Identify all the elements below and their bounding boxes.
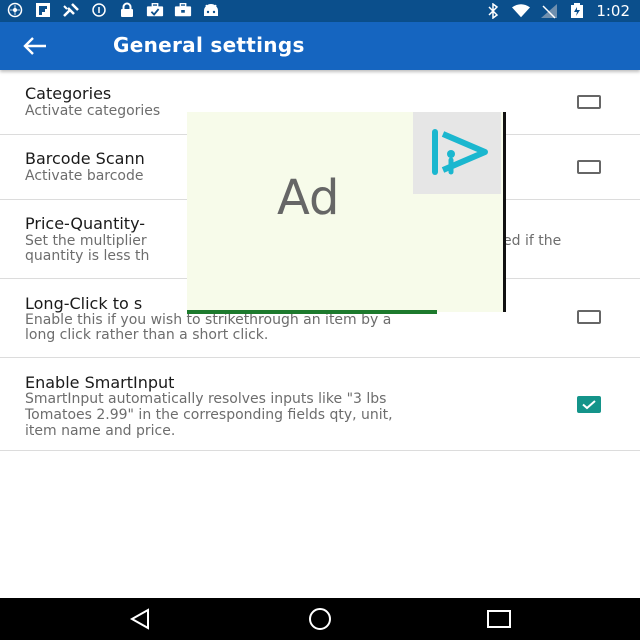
app-bar: General settings bbox=[0, 22, 640, 70]
page-title: General settings bbox=[113, 33, 305, 57]
checkmark-icon bbox=[582, 400, 596, 410]
nav-home-button[interactable] bbox=[300, 605, 340, 633]
setting-title: Long-Click to s bbox=[25, 294, 143, 313]
status-time: 1:02 bbox=[596, 2, 630, 20]
setting-title: Price-Quantity- bbox=[25, 214, 146, 233]
status-bar-system: 1:02 bbox=[484, 1, 630, 21]
ad-label: Ad bbox=[277, 170, 340, 226]
android-icon bbox=[202, 2, 220, 18]
ad-progress-bar bbox=[187, 310, 437, 314]
back-triangle-icon bbox=[129, 608, 149, 630]
ad-logo[interactable] bbox=[413, 112, 501, 194]
ad-overlay[interactable]: Ad bbox=[187, 112, 506, 314]
navigation-bar bbox=[0, 598, 640, 640]
setting-title: Barcode Scann bbox=[25, 149, 145, 168]
setting-subtitle-line: long click rather than a short click. bbox=[25, 327, 269, 343]
setting-subtitle: Activate barcode bbox=[25, 168, 144, 184]
play-logo-icon bbox=[432, 129, 488, 175]
back-button[interactable] bbox=[22, 30, 66, 62]
briefcase-check-icon bbox=[146, 2, 164, 18]
signal-icon bbox=[540, 3, 558, 19]
setting-title: Enable SmartInput bbox=[25, 373, 175, 392]
recents-square-icon bbox=[487, 610, 511, 628]
battery-icon bbox=[568, 3, 586, 19]
lock-icon bbox=[118, 2, 136, 18]
briefcase-icon bbox=[174, 2, 192, 18]
long-click-checkbox[interactable] bbox=[577, 310, 601, 324]
setting-subtitle: Activate categories bbox=[25, 103, 161, 119]
setting-subtitle-fragment: ed if the bbox=[503, 233, 562, 249]
smartinput-checkbox[interactable] bbox=[577, 396, 601, 413]
data-saver-icon bbox=[90, 2, 108, 18]
status-bar: 1:02 bbox=[0, 0, 640, 22]
status-bar-notifications bbox=[6, 2, 220, 18]
setting-smartinput[interactable]: Enable SmartInput SmartInput automatical… bbox=[0, 358, 640, 451]
setting-subtitle-line: quantity is less th bbox=[25, 248, 150, 264]
home-circle-icon bbox=[309, 608, 331, 630]
nav-recents-button[interactable] bbox=[479, 605, 519, 633]
barcode-checkbox[interactable] bbox=[577, 160, 601, 174]
setting-subtitle-line: SmartInput automatically resolves inputs… bbox=[25, 391, 387, 407]
setting-title: Categories bbox=[25, 84, 112, 103]
categories-checkbox[interactable] bbox=[577, 95, 601, 109]
nav-back-button[interactable] bbox=[120, 605, 160, 633]
satellite-icon bbox=[62, 2, 80, 18]
setting-subtitle-line: item name and price. bbox=[25, 423, 176, 439]
bluetooth-icon bbox=[484, 3, 502, 19]
arrow-back-icon bbox=[23, 37, 46, 55]
flipboard-icon bbox=[34, 2, 52, 18]
podcast-icon bbox=[6, 2, 24, 18]
setting-subtitle-line: Tomatoes 2.99" in the corresponding fiel… bbox=[25, 407, 393, 423]
wifi-icon bbox=[512, 3, 531, 19]
